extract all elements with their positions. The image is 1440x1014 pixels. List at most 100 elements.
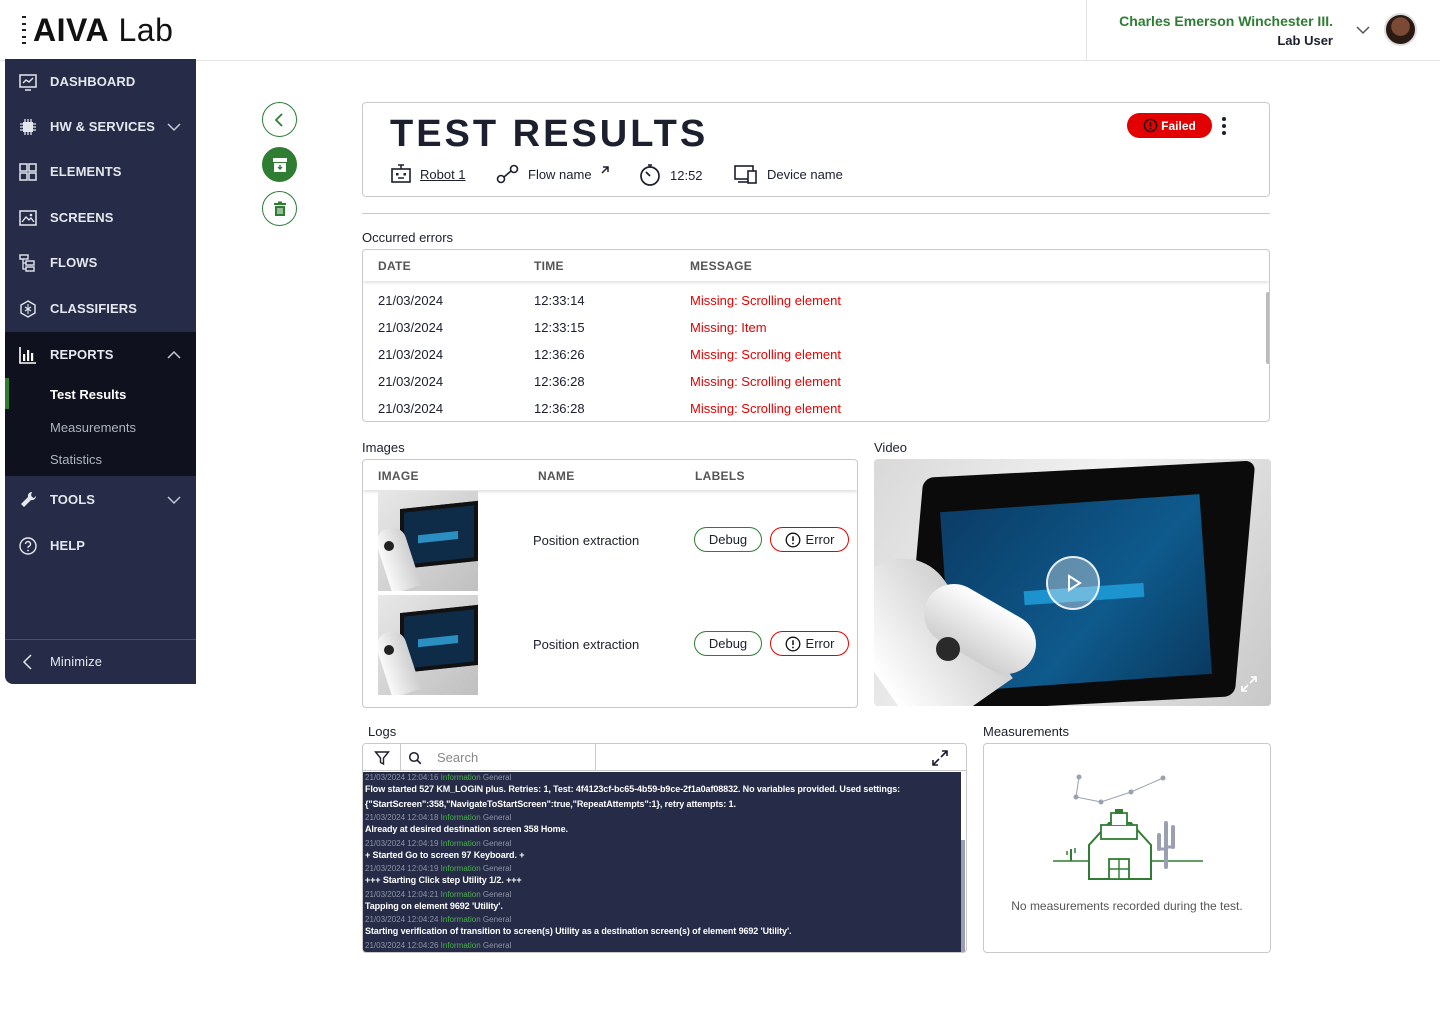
divider [362, 213, 1270, 214]
label-error[interactable]: Error [770, 631, 849, 656]
table-row[interactable]: 21/03/2024 12:36:26 Missing: Scrolling e… [363, 341, 1263, 368]
archive-button[interactable] [262, 147, 297, 182]
measurements-panel: No measurements recorded during the test… [983, 743, 1271, 953]
sidebar-item-label: FLOWS [50, 255, 98, 270]
sidebar-subitem-statistics[interactable]: Statistics [50, 452, 102, 467]
section-label-video: Video [874, 440, 908, 455]
logo-mark-icon [22, 16, 30, 44]
sidebar-item-tools[interactable]: TOOLS [5, 477, 196, 522]
sidebar-item-dashboard[interactable]: DASHBOARD [5, 59, 196, 104]
table-row[interactable]: 21/03/2024 12:33:14 Missing: Scrolling e… [363, 287, 1263, 314]
expand-icon[interactable] [930, 748, 950, 768]
chevron-down-icon [167, 122, 181, 131]
search-icon [408, 751, 422, 764]
table-row[interactable]: 21/03/2024 12:33:15 Missing: Item [363, 314, 1263, 341]
page-title: TEST RESULTS [390, 113, 709, 155]
cell-message: Missing: Item [690, 320, 767, 335]
log-line: +++ Starting Click step Utility 1/2. +++ [365, 875, 522, 885]
column-header-message[interactable]: MESSAGE [690, 259, 752, 273]
top-bar: AIVA Lab Charles Emerson Winchester III.… [0, 0, 1440, 61]
cell-date: 21/03/2024 [378, 347, 444, 362]
device: Device name [733, 163, 843, 185]
label-error[interactable]: Error [770, 527, 849, 552]
robot-icon [391, 164, 411, 183]
search-button[interactable] [401, 744, 429, 771]
status-badge: Failed [1127, 113, 1212, 138]
log-meta: 21/03/2024 12:04:24 Information General [365, 915, 512, 924]
sidebar-item-elements[interactable]: ELEMENTS [5, 149, 196, 194]
sidebar-item-label: HW & SERVICES [50, 119, 156, 134]
cell-message: Missing: Scrolling element [690, 347, 842, 362]
elements-icon [19, 162, 37, 181]
label-debug[interactable]: Debug [694, 527, 762, 552]
image-name: Position extraction [533, 533, 640, 548]
delete-button[interactable] [262, 191, 297, 226]
label-error-text: Error [805, 636, 835, 651]
play-button[interactable] [1046, 556, 1100, 610]
sidebar-subitem-measurements[interactable]: Measurements [50, 420, 136, 435]
sidebar-item-label: HELP [50, 538, 86, 553]
video-player[interactable] [874, 459, 1271, 706]
table-row[interactable]: 21/03/2024 12:36:28 Missing: Scrolling e… [363, 395, 1263, 421]
external-link-icon [601, 166, 609, 174]
image-thumbnail[interactable] [378, 595, 478, 695]
timer-icon [640, 164, 660, 186]
minimize-button[interactable]: Minimize [5, 639, 196, 684]
flow-icon [496, 164, 519, 184]
sidebar-item-label: DASHBOARD [50, 74, 136, 89]
alert-circle-icon [1143, 118, 1158, 133]
log-meta: 21/03/2024 12:04:26 Information General [365, 941, 512, 950]
log-line: {"StartScreen":358,"NavigateToStartScree… [365, 799, 736, 809]
cell-time: 12:36:26 [534, 347, 585, 362]
scrollbar[interactable] [961, 772, 966, 952]
column-header-labels[interactable]: LABELS [695, 469, 745, 483]
table-row[interactable]: 21/03/2024 12:36:28 Missing: Scrolling e… [363, 368, 1263, 395]
video-frame-joint [936, 637, 960, 661]
sidebar-item-flows[interactable]: FLOWS [5, 240, 196, 285]
log-meta: 21/03/2024 12:04:18 Information General [365, 813, 512, 822]
test-header-card: TEST RESULTS Failed Robot 1 Flow name 12… [362, 102, 1270, 197]
avatar[interactable] [1384, 13, 1417, 46]
column-header-date[interactable]: DATE [378, 259, 411, 273]
robot-link[interactable]: Robot 1 [390, 163, 466, 185]
back-button[interactable] [262, 102, 297, 137]
sidebar-item-reports[interactable]: REPORTS [5, 332, 196, 377]
logs-panel: Search 21/03/2024 12:04:16 Information G… [362, 743, 967, 953]
column-header-time[interactable]: TIME [534, 259, 564, 273]
column-header-image[interactable]: IMAGE [378, 469, 419, 483]
user-menu[interactable]: Charles Emerson Winchester III. Lab User [1086, 0, 1440, 60]
empty-state-illustration [1053, 774, 1203, 880]
logs-output[interactable]: 21/03/2024 12:04:16 Information General … [363, 772, 966, 952]
filter-button[interactable] [363, 744, 401, 771]
log-meta: 21/03/2024 12:04:16 Information General [365, 773, 512, 782]
scrollbar[interactable] [1266, 292, 1269, 364]
chevron-up-icon [167, 350, 181, 359]
sidebar-item-hw-services[interactable]: HW & SERVICES [5, 104, 196, 149]
section-label-logs: Logs [368, 724, 397, 739]
reports-group: REPORTS Test Results Measurements Statis… [5, 332, 196, 476]
column-header-name[interactable]: NAME [538, 469, 575, 483]
app-logo[interactable]: AIVA Lab [22, 12, 173, 48]
user-name: Charles Emerson Winchester III. [1119, 13, 1333, 29]
logo-light: Lab [118, 12, 174, 48]
sidebar-item-help[interactable]: HELP [5, 523, 196, 568]
log-meta: 21/03/2024 12:04:19 Information General [365, 839, 512, 848]
sidebar-item-screens[interactable]: SCREENS [5, 195, 196, 240]
cell-message: Missing: Scrolling element [690, 374, 842, 389]
cell-time: 12:33:14 [534, 293, 585, 308]
more-vertical-icon[interactable] [1220, 115, 1228, 137]
image-thumbnail[interactable] [378, 491, 478, 591]
fullscreen-icon[interactable] [1239, 674, 1259, 694]
screens-icon [19, 209, 37, 226]
flow-link[interactable]: Flow name [496, 163, 618, 185]
sidebar-subitem-test-results[interactable]: Test Results [50, 387, 126, 402]
archive-icon [272, 157, 287, 172]
user-role: Lab User [1277, 33, 1333, 48]
label-debug[interactable]: Debug [694, 631, 762, 656]
chevron-down-icon[interactable] [1355, 22, 1371, 38]
section-label-images: Images [362, 440, 405, 455]
search-placeholder: Search [437, 750, 479, 765]
play-icon [1068, 574, 1082, 592]
chevron-down-icon [167, 495, 181, 504]
sidebar-item-classifiers[interactable]: CLASSIFIERS [5, 286, 196, 331]
